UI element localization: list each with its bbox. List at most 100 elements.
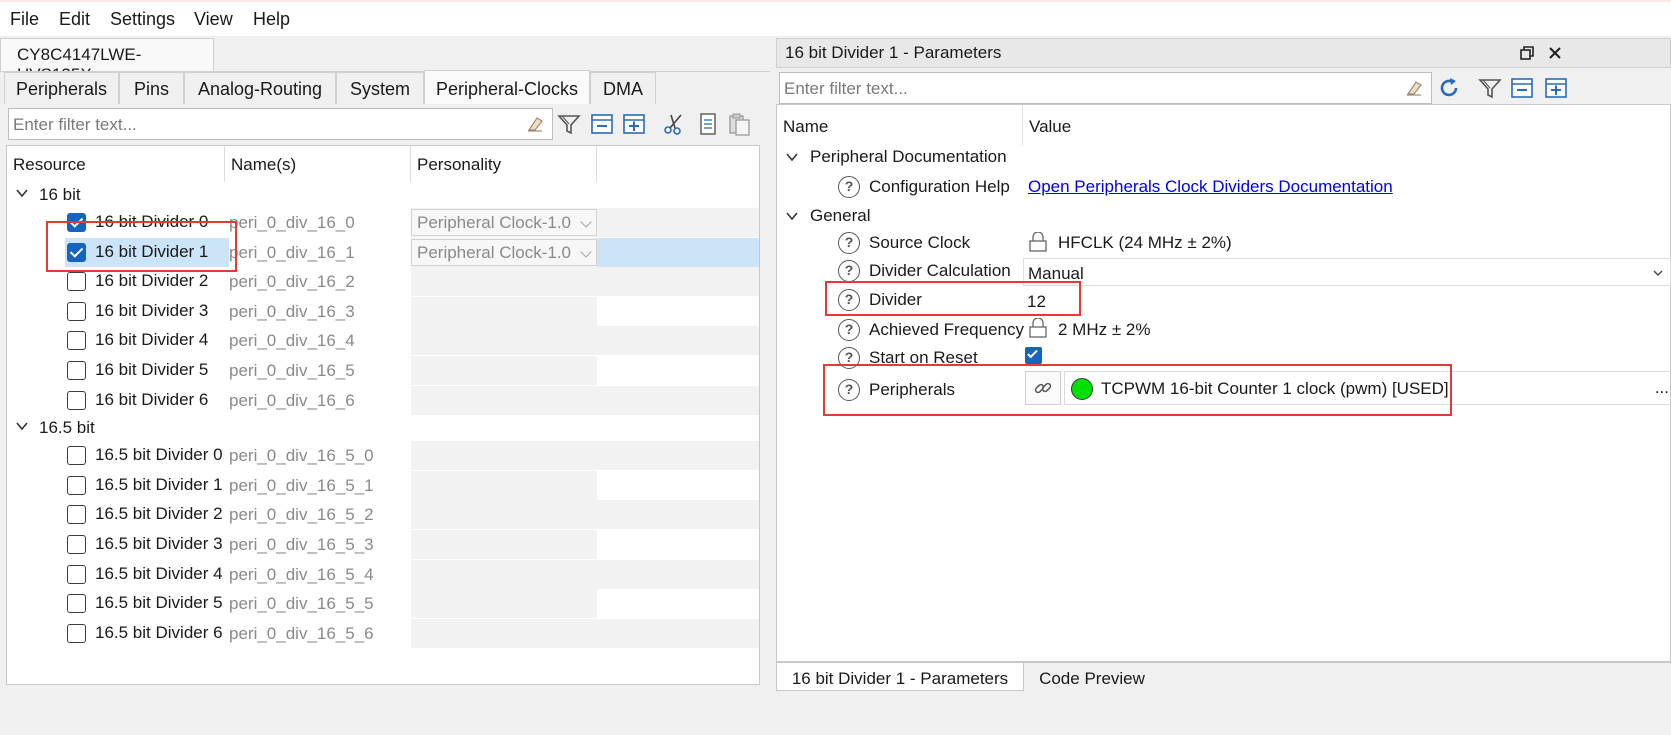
resource-label: 16.5 bit Divider 0 <box>95 445 223 465</box>
divider-calculation-select[interactable]: Manual <box>1023 258 1671 286</box>
help-icon[interactable]: ? <box>838 176 860 198</box>
tab-analog-routing[interactable]: Analog-Routing <box>184 72 336 104</box>
filter-icon[interactable] <box>1478 76 1502 100</box>
enable-checkbox[interactable] <box>67 301 86 321</box>
instance-name[interactable]: peri_0_div_16_5_3 <box>229 535 374 555</box>
cut-icon[interactable] <box>662 112 686 136</box>
instance-name[interactable]: peri_0_div_16_0 <box>229 213 355 233</box>
eraser-icon[interactable] <box>526 115 544 133</box>
restore-icon[interactable] <box>1519 45 1535 61</box>
column-label: Personality <box>417 155 502 174</box>
column-header-personality[interactable]: Personality <box>411 146 597 182</box>
filter-icon[interactable] <box>557 112 581 136</box>
tree-group-1[interactable]: 16.5 bit <box>7 415 759 443</box>
lock-icon <box>1029 232 1047 252</box>
close-icon[interactable] <box>1548 46 1562 60</box>
instance-name[interactable]: peri_0_div_16_6 <box>229 391 355 411</box>
copy-icon[interactable] <box>696 112 720 136</box>
instance-name[interactable]: peri_0_div_16_5_1 <box>229 476 374 496</box>
table-row[interactable]: 16.5 bit Divider 4 peri_0_div_16_5_4 <box>7 559 759 589</box>
table-row[interactable]: 16 bit Divider 3 peri_0_div_16_3 <box>7 296 759 326</box>
chevron-down-icon[interactable] <box>15 186 29 200</box>
table-row[interactable]: 16.5 bit Divider 5 peri_0_div_16_5_5 <box>7 589 759 619</box>
instance-name[interactable]: peri_0_div_16_5_6 <box>229 624 374 644</box>
refresh-icon[interactable] <box>1437 76 1461 100</box>
menu-view[interactable]: View <box>194 9 233 30</box>
menu-settings[interactable]: Settings <box>110 9 175 30</box>
instance-name[interactable]: peri_0_div_16_3 <box>229 302 355 322</box>
help-icon[interactable]: ? <box>838 319 860 341</box>
enable-checkbox[interactable] <box>67 475 86 495</box>
instance-name[interactable]: peri_0_div_16_5_5 <box>229 594 374 614</box>
resource-label: 16.5 bit Divider 6 <box>95 622 223 642</box>
resource-label: 16.5 bit Divider 1 <box>95 474 223 494</box>
tab-label: Peripherals <box>15 79 108 99</box>
resource-label: 16.5 bit Divider 3 <box>95 534 223 553</box>
tree-group-0[interactable]: 16 bit <box>7 182 759 210</box>
more-button[interactable]: ... <box>1655 378 1669 398</box>
menu-file[interactable]: File <box>10 9 39 30</box>
filter-placeholder: Enter filter text... <box>784 79 908 98</box>
enable-checkbox[interactable] <box>67 505 86 525</box>
chevron-down-icon[interactable] <box>785 150 799 164</box>
table-row[interactable]: 16 bit Divider 5 peri_0_div_16_5 <box>7 356 759 385</box>
table-row[interactable]: 16.5 bit Divider 3 peri_0_div_16_5_3 <box>7 530 759 559</box>
personality-select[interactable]: Peripheral Clock-1.0 <box>411 209 597 236</box>
enable-checkbox[interactable] <box>67 446 86 466</box>
collapse-all-icon[interactable] <box>1510 76 1534 100</box>
collapse-all-icon[interactable] <box>590 112 614 136</box>
personality-select[interactable]: Peripheral Clock-1.0 <box>411 238 597 266</box>
enable-checkbox[interactable] <box>67 361 86 380</box>
table-row[interactable]: 16 bit Divider 4 peri_0_div_16_4 <box>7 326 759 356</box>
instance-name[interactable]: peri_0_div_16_5_4 <box>229 565 374 585</box>
enable-checkbox[interactable] <box>67 594 86 614</box>
filter-input[interactable]: Enter filter text... <box>8 108 553 140</box>
column-header-value[interactable]: Value <box>1023 105 1671 145</box>
instance-name[interactable]: peri_0_div_16_5 <box>229 361 355 381</box>
enable-checkbox[interactable] <box>67 535 86 554</box>
resource-label: 16 bit Divider 4 <box>95 330 209 350</box>
documentation-link[interactable]: Open Peripherals Clock Dividers Document… <box>1028 177 1393 197</box>
table-row[interactable]: 16 bit Divider 6 peri_0_div_16_6 <box>7 385 759 415</box>
menu-help[interactable]: Help <box>253 9 290 30</box>
instance-name[interactable]: peri_0_div_16_5_2 <box>229 505 374 525</box>
paste-icon[interactable] <box>727 112 751 136</box>
chevron-down-icon[interactable] <box>785 209 799 223</box>
tab-parameters[interactable]: 16 bit Divider 1 - Parameters <box>776 663 1024 691</box>
parameters-filter-input[interactable]: Enter filter text... <box>779 72 1432 104</box>
tab-dma[interactable]: DMA <box>590 72 656 104</box>
expand-all-icon[interactable] <box>622 112 646 136</box>
expand-all-icon[interactable] <box>1544 76 1568 100</box>
device-tab[interactable]: CY8C4147LWE-HVS135X <box>0 38 214 84</box>
enable-checkbox[interactable] <box>67 390 86 410</box>
instance-name[interactable]: peri_0_div_16_4 <box>229 331 355 351</box>
table-row[interactable]: 16.5 bit Divider 0 peri_0_div_16_5_0 <box>7 441 759 471</box>
tab-peripheral-clocks[interactable]: Peripheral-Clocks <box>424 70 590 104</box>
chevron-down-icon[interactable] <box>15 419 29 433</box>
table-row[interactable]: 16.5 bit Divider 6 peri_0_div_16_5_6 <box>7 618 759 648</box>
help-icon[interactable]: ? <box>838 260 860 282</box>
highlight-box <box>46 221 237 272</box>
table-row[interactable]: 16.5 bit Divider 2 peri_0_div_16_5_2 <box>7 500 759 530</box>
start-on-reset-checkbox[interactable] <box>1025 347 1042 364</box>
tab-pins[interactable]: Pins <box>119 72 184 104</box>
menu-edit[interactable]: Edit <box>59 9 90 30</box>
eraser-icon[interactable] <box>1405 79 1423 97</box>
tab-system[interactable]: System <box>336 72 424 104</box>
instance-name[interactable]: peri_0_div_16_5_0 <box>229 446 374 466</box>
column-label: Value <box>1029 117 1072 136</box>
help-icon[interactable]: ? <box>838 232 860 254</box>
column-header-resource[interactable]: Resource <box>7 146 225 182</box>
tab-peripherals[interactable]: Peripherals <box>4 72 119 104</box>
instance-name[interactable]: peri_0_div_16_2 <box>229 272 355 292</box>
instance-name[interactable]: peri_0_div_16_1 <box>229 243 355 263</box>
table-row[interactable]: 16.5 bit Divider 1 peri_0_div_16_5_1 <box>7 470 759 500</box>
tab-code-preview[interactable]: Code Preview <box>1024 663 1160 691</box>
column-header-names[interactable]: Name(s) <box>225 146 411 182</box>
resource-label: 16 bit Divider 5 <box>95 360 209 379</box>
column-header-name[interactable]: Name <box>777 105 1023 145</box>
enable-checkbox[interactable] <box>67 564 86 584</box>
enable-checkbox[interactable] <box>67 331 86 351</box>
enable-checkbox[interactable] <box>67 623 86 643</box>
enable-checkbox[interactable] <box>67 272 86 292</box>
